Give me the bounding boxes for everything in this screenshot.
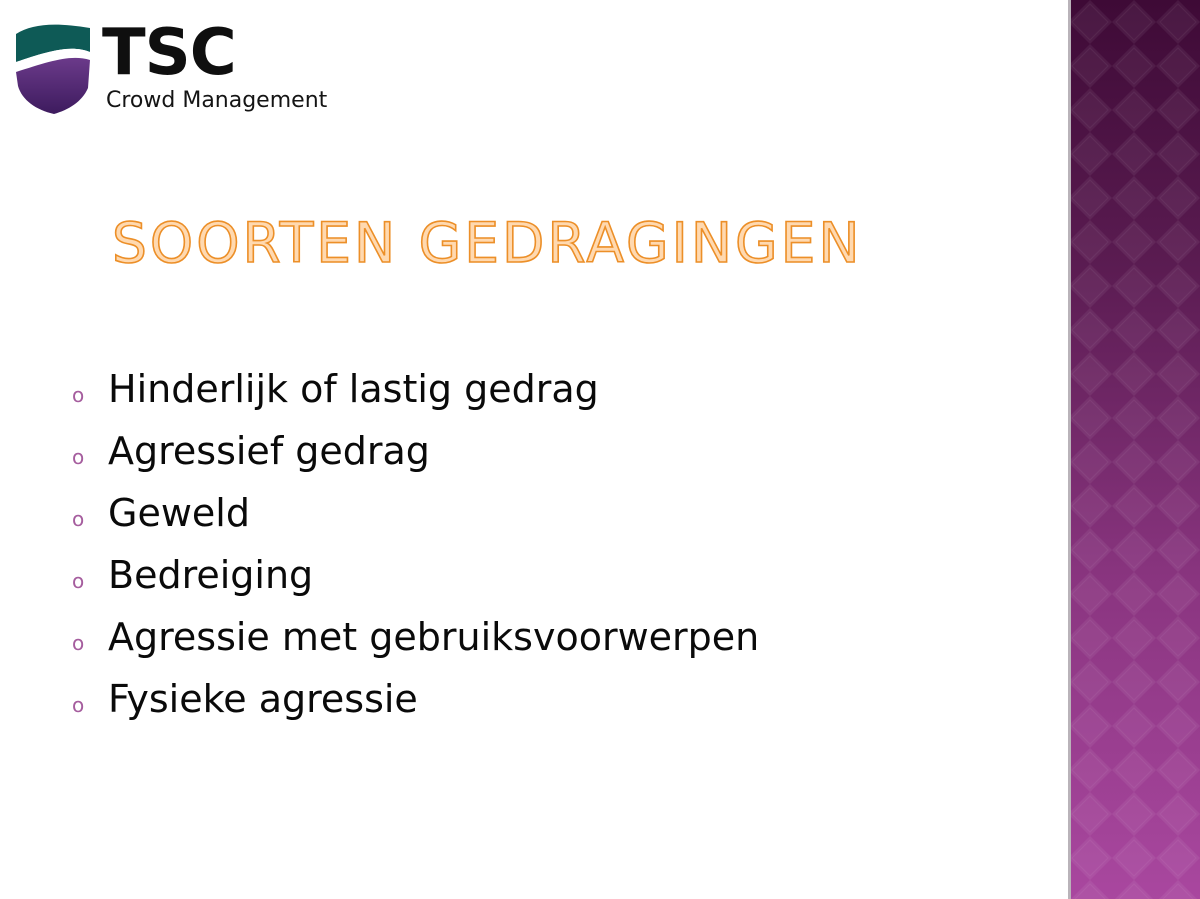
bullet-marker: o: [72, 445, 85, 469]
bullet-marker: o: [72, 693, 85, 717]
bullet-text: Geweld: [108, 491, 250, 535]
brand-name: TSC: [102, 16, 237, 90]
bullet-text: Agressief gedrag: [108, 429, 430, 473]
list-item: o Agressief gedrag: [72, 420, 759, 482]
bullet-text: Agressie met gebruiksvoorwerpen: [108, 615, 760, 659]
company-logo: TSC Crowd Management: [14, 16, 374, 122]
bullet-text: Fysieke agressie: [108, 677, 418, 721]
shield-wave-icon: [16, 24, 90, 114]
diamond-pattern: [1068, 0, 1200, 899]
bullet-list: o Hinderlijk of lastig gedrag o Agressief …: [72, 358, 759, 730]
band-edge: [1068, 0, 1071, 899]
slide: TSC Crowd Management SOORTEN GEDRAGINGEN…: [0, 0, 1200, 899]
bullet-text: Hinderlijk of lastig gedrag: [108, 367, 599, 411]
bullet-marker: o: [72, 631, 85, 655]
brand-subtitle: Crowd Management: [106, 88, 328, 113]
list-item: o Hinderlijk of lastig gedrag: [72, 358, 759, 420]
bullet-text: Bedreiging: [108, 553, 314, 597]
list-item: o Fysieke agressie: [72, 668, 759, 730]
list-item: o Bedreiging: [72, 544, 759, 606]
bullet-marker: o: [72, 569, 85, 593]
decorative-side-band: [1068, 0, 1200, 899]
list-item: o Agressie met gebruiksvoorwerpen: [72, 606, 759, 668]
slide-title: SOORTEN GEDRAGINGEN: [111, 210, 863, 276]
list-item: o Geweld: [72, 482, 759, 544]
bullet-marker: o: [72, 507, 85, 531]
bullet-marker: o: [72, 383, 85, 407]
